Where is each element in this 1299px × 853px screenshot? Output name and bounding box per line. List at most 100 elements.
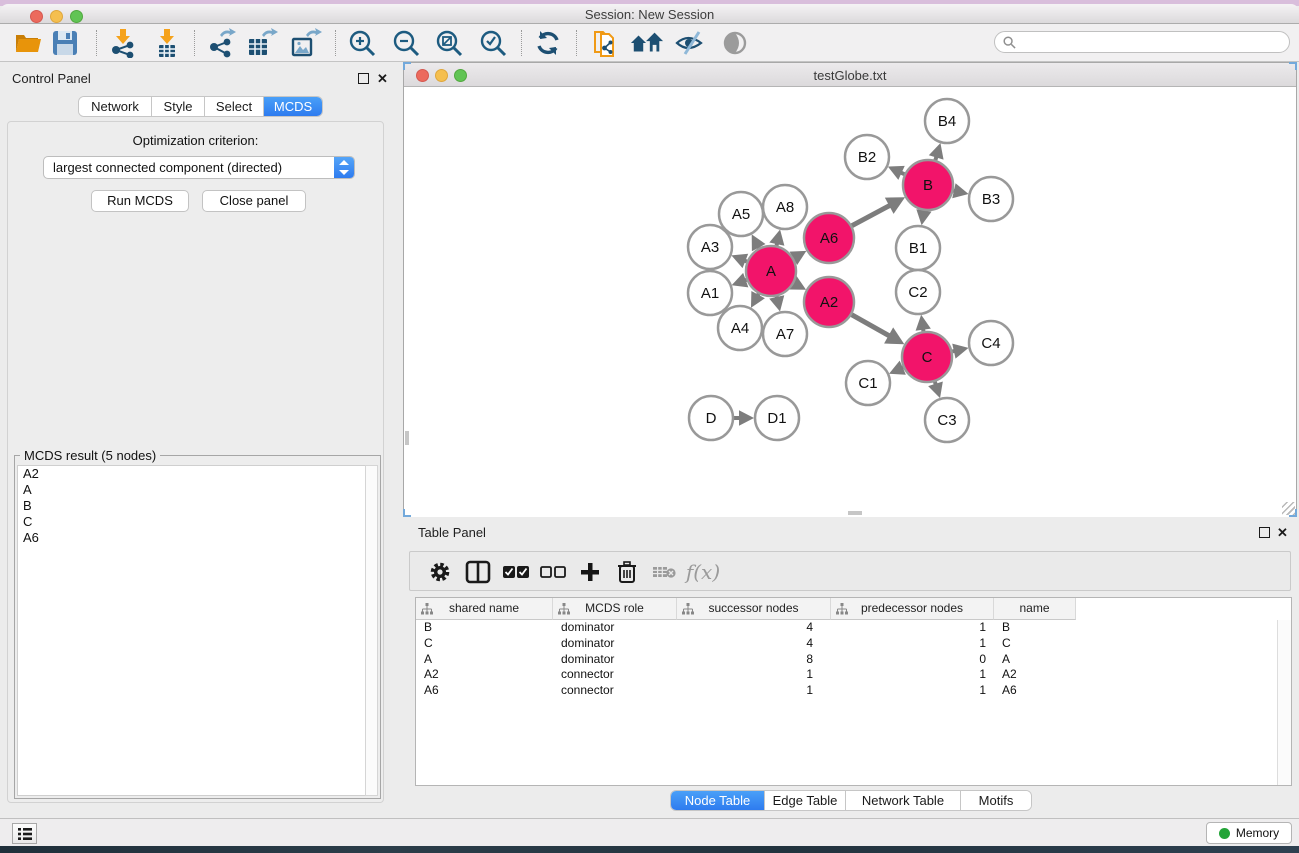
table-cell[interactable]: 1 — [831, 667, 994, 683]
table-cell[interactable]: 1 — [677, 683, 831, 699]
table-row[interactable]: Bdominator41B — [416, 620, 1277, 636]
table-cell[interactable]: A — [416, 652, 553, 668]
deselect-all-button[interactable] — [538, 557, 568, 587]
table-cell[interactable]: dominator — [553, 620, 677, 636]
horizontal-scroll-mark[interactable] — [848, 511, 862, 515]
toggle-column-view-button[interactable] — [463, 557, 493, 587]
table-row[interactable]: A6connector11A6 — [416, 683, 1277, 699]
table-cell[interactable]: 0 — [831, 652, 994, 668]
import-network-button[interactable] — [106, 27, 140, 59]
tab-style[interactable]: Style — [152, 97, 205, 116]
table-cell[interactable]: A6 — [994, 683, 1076, 699]
graph-node-A8[interactable]: A8 — [763, 185, 807, 229]
table-settings-button[interactable] — [425, 557, 455, 587]
graph-node-B3[interactable]: B3 — [969, 177, 1013, 221]
search-field[interactable] — [994, 31, 1290, 53]
graph-node-A[interactable]: A — [746, 246, 796, 296]
table-row[interactable]: Adominator80A — [416, 652, 1277, 668]
criterion-dropdown[interactable]: largest connected component (directed) — [43, 156, 355, 179]
table-cell[interactable]: 1 — [831, 683, 994, 699]
table-cell[interactable]: connector — [553, 667, 677, 683]
close-panel-button[interactable]: Close panel — [202, 190, 306, 212]
tab-mcds[interactable]: MCDS — [264, 97, 322, 116]
window-resize-grip[interactable] — [1282, 502, 1295, 515]
zoom-out-button[interactable] — [389, 27, 423, 59]
hide-selected-button[interactable] — [674, 27, 708, 59]
mcds-result-scrollbar[interactable] — [365, 465, 378, 796]
task-history-button[interactable] — [12, 823, 37, 844]
network-home-button[interactable] — [630, 27, 664, 59]
mcds-result-item[interactable]: A — [18, 482, 365, 498]
network-canvas[interactable]: B4B2BB3A5A8A6A3B1AC2A1A2A4A7C4CC1DD1C3 — [404, 87, 1296, 517]
delete-table-button[interactable] — [649, 557, 679, 587]
column-header-name[interactable]: name — [994, 598, 1076, 620]
graph-node-B2[interactable]: B2 — [845, 135, 889, 179]
save-session-button[interactable] — [48, 27, 82, 59]
table-cell[interactable]: C — [994, 636, 1076, 652]
mcds-result-item[interactable]: A2 — [18, 466, 365, 482]
table-cell[interactable]: C — [416, 636, 553, 652]
graph-node-A2[interactable]: A2 — [804, 277, 854, 327]
select-all-button[interactable] — [501, 557, 531, 587]
graph-node-B[interactable]: B — [903, 160, 953, 210]
column-header-mcds-role[interactable]: MCDS role — [553, 598, 677, 620]
graph-node-A5[interactable]: A5 — [719, 192, 763, 236]
table-cell[interactable]: 1 — [831, 636, 994, 652]
memory-button[interactable]: Memory — [1206, 822, 1292, 844]
graph-node-C1[interactable]: C1 — [846, 361, 890, 405]
control-panel-float-button[interactable] — [358, 73, 369, 84]
table-cell[interactable]: dominator — [553, 636, 677, 652]
table-cell[interactable]: A — [994, 652, 1076, 668]
table-cell[interactable]: A2 — [994, 667, 1076, 683]
export-image-button[interactable] — [289, 27, 323, 59]
mcds-result-item[interactable]: C — [18, 514, 365, 530]
table-cell[interactable]: B — [416, 620, 553, 636]
tab-network-table[interactable]: Network Table — [846, 791, 961, 810]
open-session-button[interactable] — [12, 27, 46, 59]
column-header-shared-name[interactable]: shared name — [416, 598, 553, 620]
graph-node-C3[interactable]: C3 — [925, 398, 969, 442]
graph-node-A6[interactable]: A6 — [804, 213, 854, 263]
graph-node-A4[interactable]: A4 — [718, 306, 762, 350]
graph-node-A3[interactable]: A3 — [688, 225, 732, 269]
table-row[interactable]: Cdominator41C — [416, 636, 1277, 652]
delete-column-button[interactable] — [612, 557, 642, 587]
graph-node-C[interactable]: C — [902, 332, 952, 382]
table-cell[interactable]: B — [994, 620, 1076, 636]
refresh-view-button[interactable] — [531, 27, 565, 59]
graph-node-D1[interactable]: D1 — [755, 396, 799, 440]
table-cell[interactable]: A6 — [416, 683, 553, 699]
table-panel-close-button[interactable]: ✕ — [1277, 527, 1288, 538]
table-cell[interactable]: 4 — [677, 620, 831, 636]
graph-edge-A2-C[interactable] — [852, 315, 891, 337]
graph-node-C2[interactable]: C2 — [896, 270, 940, 314]
tab-node-table[interactable]: Node Table — [671, 791, 765, 810]
zoom-in-button[interactable] — [345, 27, 379, 59]
table-cell[interactable]: 4 — [677, 636, 831, 652]
mcds-result-item[interactable]: A6 — [18, 530, 365, 546]
mcds-result-item[interactable]: B — [18, 498, 365, 514]
column-header-predecessor-nodes[interactable]: predecessor nodes — [831, 598, 994, 620]
table-cell[interactable]: 8 — [677, 652, 831, 668]
tab-select[interactable]: Select — [205, 97, 264, 116]
table-cell[interactable]: connector — [553, 683, 677, 699]
run-mcds-button[interactable]: Run MCDS — [91, 190, 189, 212]
clone-network-button[interactable] — [588, 27, 622, 59]
column-header-successor-nodes[interactable]: successor nodes — [677, 598, 831, 620]
graph-node-A7[interactable]: A7 — [763, 312, 807, 356]
tab-motifs[interactable]: Motifs — [961, 791, 1031, 810]
control-panel-close-button[interactable]: ✕ — [377, 73, 388, 84]
graph-edge-A6-B[interactable] — [852, 205, 891, 226]
zoom-selected-button[interactable] — [476, 27, 510, 59]
table-panel-float-button[interactable] — [1259, 527, 1270, 538]
search-input[interactable] — [1016, 35, 1289, 49]
table-cell[interactable]: 1 — [677, 667, 831, 683]
vertical-scroll-mark[interactable] — [405, 431, 409, 445]
graph-node-B4[interactable]: B4 — [925, 99, 969, 143]
node-table-scrollbar[interactable] — [1277, 620, 1291, 785]
export-network-button[interactable] — [204, 27, 238, 59]
graph-node-A1[interactable]: A1 — [688, 271, 732, 315]
add-column-button[interactable] — [575, 557, 605, 587]
graph-node-C4[interactable]: C4 — [969, 321, 1013, 365]
zoom-fit-button[interactable] — [432, 27, 466, 59]
